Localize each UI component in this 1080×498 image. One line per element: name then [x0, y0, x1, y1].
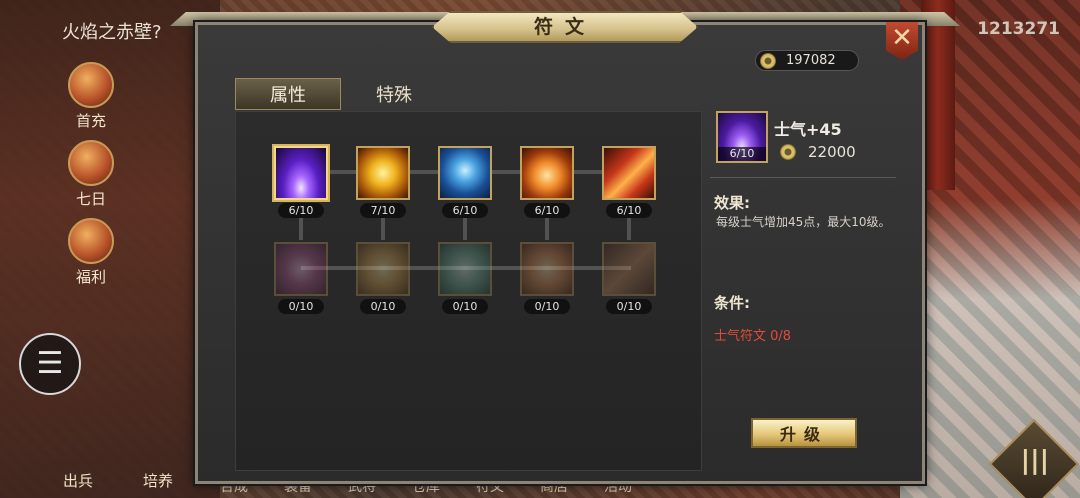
- purple-aura-icon: [276, 148, 326, 198]
- rune-slot-purple-aura[interactable]: [274, 146, 328, 200]
- rune-connector: [627, 218, 631, 240]
- upgrade-cost-amount: 22000: [808, 143, 856, 161]
- rune-slot-purple-aura-locked[interactable]: [274, 242, 328, 296]
- flaming-sword-icon: [604, 244, 654, 294]
- background-pillar: [921, 0, 955, 190]
- rune-connector: [299, 218, 303, 240]
- rune-slot-running-warrior[interactable]: [356, 146, 410, 200]
- rune-connector: [463, 218, 467, 240]
- rune-level: 6/10: [278, 203, 324, 218]
- rune-level: 0/10: [360, 299, 406, 314]
- condition-label: 条件:: [714, 294, 750, 312]
- window-title: 符文: [533, 16, 596, 38]
- floating-menu-button[interactable]: ☰: [19, 333, 81, 395]
- fire-warrior-icon: [522, 148, 572, 198]
- currency-amount: 197082: [786, 53, 836, 68]
- rune-slot-fire-warrior-locked[interactable]: [520, 242, 574, 296]
- rune-level: 0/10: [278, 299, 324, 314]
- menu-icon: ☰: [36, 346, 64, 381]
- tab-attributes[interactable]: 属性: [235, 78, 341, 110]
- rune-slot-shield-locked[interactable]: [438, 242, 492, 296]
- rune-level: 0/10: [606, 299, 652, 314]
- upgrade-cost: 22000: [780, 143, 856, 161]
- divider: [710, 177, 896, 178]
- selected-rune-level: 6/10: [718, 147, 766, 161]
- close-icon: ✕: [891, 23, 913, 53]
- rune-detail-pane: 6/10 士气+45 22000 效果: 每级士气增加45点，最大10级。 条件…: [710, 111, 906, 471]
- window-title-plate: 符文: [432, 11, 698, 43]
- rune-slot-fire-warrior[interactable]: [520, 146, 574, 200]
- rune-connector: [381, 218, 385, 240]
- expand-icon: |||: [1020, 445, 1050, 476]
- player-power-number: 1213271: [977, 19, 1060, 39]
- rune-slot-shield[interactable]: [438, 146, 492, 200]
- upgrade-button[interactable]: 升级: [751, 418, 857, 448]
- running-warrior-icon: [358, 148, 408, 198]
- rune-grid: 6/10 7/10 6/10 6/10 6/10 0/10 0/10 0/10 …: [235, 111, 702, 471]
- deploy-button[interactable]: 出兵: [63, 470, 93, 491]
- tab-special[interactable]: 特殊: [341, 78, 447, 110]
- selected-rune-name: 士气+45: [774, 120, 842, 139]
- running-warrior-icon: [358, 244, 408, 294]
- scroll-icon: [68, 140, 114, 186]
- condition-text: 士气符文 0/8: [714, 329, 792, 344]
- rune-slot-flaming-sword-locked[interactable]: [602, 242, 656, 296]
- shield-icon: [440, 244, 490, 294]
- flaming-sword-icon: [604, 148, 654, 198]
- side-button-label: 七日: [75, 190, 106, 208]
- coin-icon: [780, 144, 796, 160]
- rune-level: 0/10: [442, 299, 488, 314]
- coin-icon: [760, 52, 776, 69]
- effect-text: 每级士气增加45点，最大10级。: [716, 215, 891, 229]
- effect-label: 效果:: [714, 194, 750, 212]
- rune-level: 0/10: [524, 299, 570, 314]
- side-button-label: 福利: [75, 268, 106, 286]
- side-button-label: 首充: [75, 112, 106, 130]
- selected-rune-icon: 6/10: [716, 111, 768, 163]
- seven-day-button[interactable]: 七日: [60, 140, 122, 209]
- rune-level: 6/10: [606, 203, 652, 218]
- first-recharge-button[interactable]: 首充: [60, 62, 122, 131]
- rune-level: 6/10: [524, 203, 570, 218]
- currency-display: 197082: [755, 50, 859, 71]
- welfare-button[interactable]: 福利: [60, 218, 122, 287]
- rune-slot-running-warrior-locked[interactable]: [356, 242, 410, 296]
- rune-level: 7/10: [360, 203, 406, 218]
- location-text: 火焰之赤壁?: [62, 22, 162, 43]
- gift-icon: [68, 62, 114, 108]
- rune-level: 6/10: [442, 203, 488, 218]
- rune-connector: [545, 218, 549, 240]
- shield-icon: [440, 148, 490, 198]
- rune-slot-flaming-sword[interactable]: [602, 146, 656, 200]
- chest-icon: [68, 218, 114, 264]
- fire-warrior-icon: [522, 244, 572, 294]
- tab-bar: 属性 特殊: [235, 78, 447, 110]
- purple-aura-icon: [276, 244, 326, 294]
